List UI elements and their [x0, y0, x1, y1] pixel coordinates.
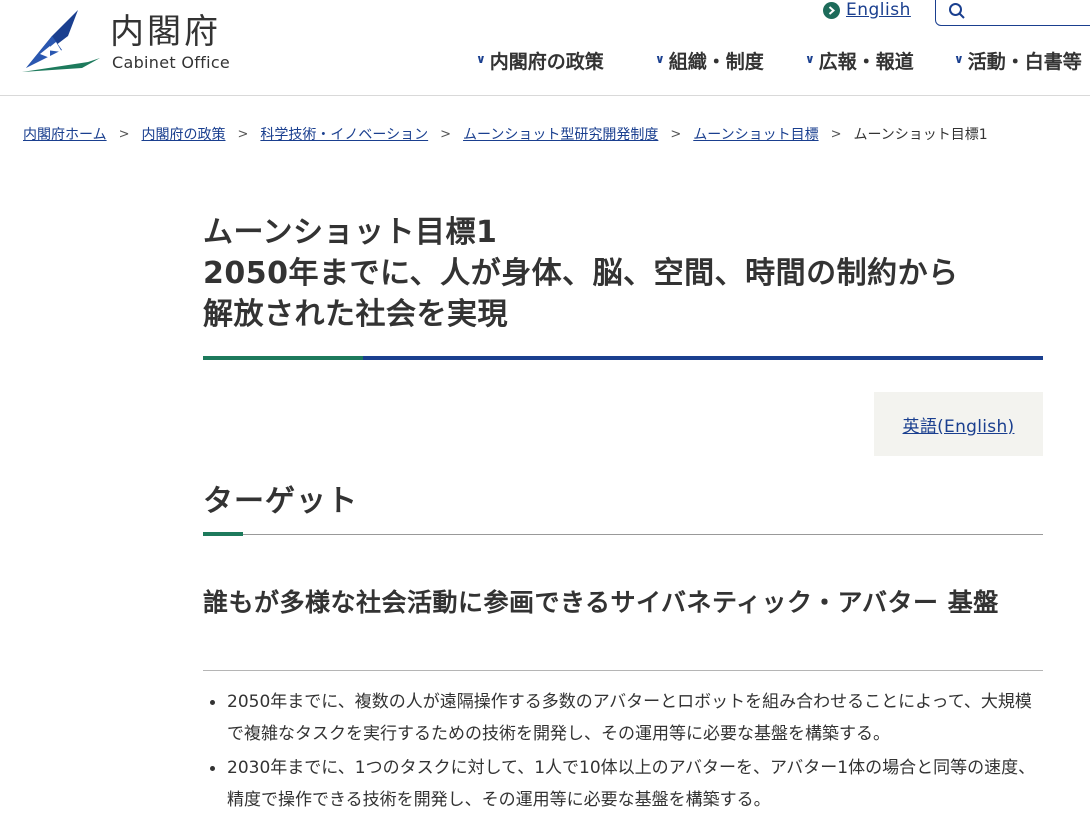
logo-japanese-text: 内閣府: [110, 12, 221, 52]
chevron-down-icon: ∨: [476, 52, 486, 66]
nav-item-policies[interactable]: ∨ 内閣府の政策: [476, 46, 604, 74]
subsection-heading: 誰もが多様な社会活動に参画できるサイバネティック・アバター 基盤: [203, 588, 999, 617]
breadcrumb-separator: >: [670, 126, 682, 142]
nav-item-organization[interactable]: ∨ 組織・制度: [655, 46, 764, 74]
breadcrumb-link-science[interactable]: 科学技術・イノベーション: [260, 124, 428, 144]
breadcrumb-link-home[interactable]: 内閣府ホーム: [23, 124, 107, 144]
breadcrumb-link-moonshot-goals[interactable]: ムーンショット目標: [693, 124, 818, 144]
page-title-line: ムーンショット目標1: [203, 215, 498, 250]
section-heading-accent: [203, 532, 243, 536]
nav-item-label: 内閣府の政策: [489, 50, 604, 73]
section-heading-divider: [203, 534, 1043, 535]
page-title-line: 2050年までに、人が身体、脳、空間、時間の制約から: [203, 256, 959, 291]
logo-english-text: Cabinet Office: [112, 53, 231, 72]
breadcrumb-separator: >: [440, 126, 452, 142]
chevron-down-icon: ∨: [805, 52, 815, 66]
english-language-link[interactable]: English: [823, 0, 911, 20]
nav-item-press[interactable]: ∨ 広報・報道: [805, 46, 914, 74]
nav-item-activities[interactable]: ∨ 活動・白書等: [954, 46, 1082, 74]
target-list: 2050年までに、複数の人が遠隔操作する多数のアバターとロボットを組み合わせるこ…: [203, 686, 1048, 818]
nav-item-label: 活動・白書等: [967, 50, 1082, 73]
chevron-down-icon: ∨: [954, 52, 964, 66]
section-heading-target: ターゲット: [203, 484, 358, 519]
search-input[interactable]: [935, 0, 1090, 26]
breadcrumb-separator: >: [118, 126, 130, 142]
breadcrumb-link-policies[interactable]: 内閣府の政策: [142, 124, 226, 144]
subsection-divider: [203, 670, 1043, 671]
english-version-link[interactable]: 英語(English): [903, 412, 1015, 437]
nav-item-label: 広報・報道: [818, 50, 914, 73]
breadcrumb-separator: >: [830, 126, 842, 142]
page-title-line: 解放された社会を実現: [203, 297, 508, 332]
list-item: 2030年までに、1つのタスクに対して、1人で10体以上のアバターを、アバター1…: [203, 752, 1048, 816]
list-item: 2050年までに、複数の人が遠隔操作する多数のアバターとロボットを組み合わせるこ…: [203, 686, 1048, 750]
breadcrumb-link-moonshot-program[interactable]: ムーンショット型研究開発制度: [463, 124, 658, 144]
site-logo[interactable]: 内閣府 Cabinet Office: [22, 6, 242, 72]
page-title: ムーンショット目標1 2050年までに、人が身体、脳、空間、時間の制約から 解放…: [203, 212, 1053, 335]
english-link-label: English: [846, 0, 911, 20]
breadcrumb: 内閣府ホーム > 内閣府の政策 > 科学技術・イノベーション > ムーンショット…: [23, 124, 988, 144]
nav-item-label: 組織・制度: [668, 50, 764, 73]
breadcrumb-separator: >: [237, 126, 249, 142]
chevron-down-icon: ∨: [655, 52, 665, 66]
title-divider-accent: [203, 356, 363, 360]
english-version-box: 英語(English): [874, 392, 1043, 456]
site-header: 内閣府 Cabinet Office English ∨ 内閣府の政策 ∨ 組織…: [0, 0, 1090, 96]
breadcrumb-current: ムーンショット目標1: [853, 127, 988, 143]
cabinet-office-logo-icon: [22, 10, 100, 72]
chevron-right-circle-icon: [823, 1, 840, 19]
search-icon[interactable]: [948, 2, 966, 20]
